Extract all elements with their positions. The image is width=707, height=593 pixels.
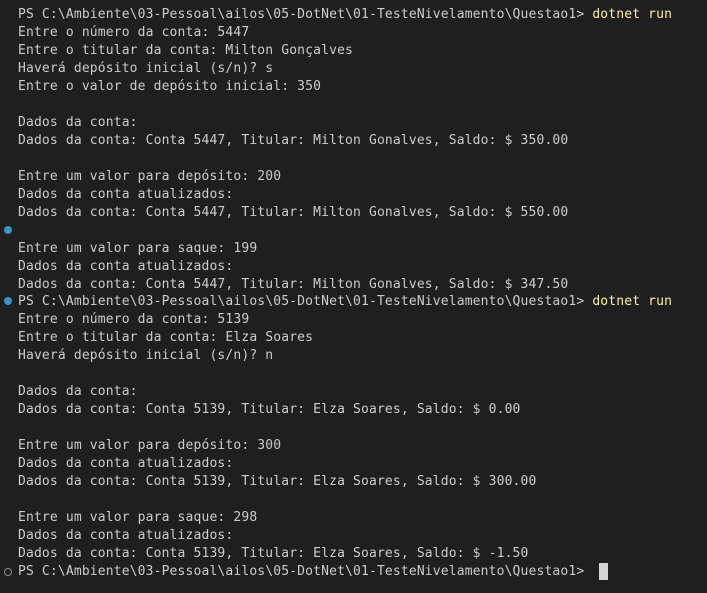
command-text: dotnet run <box>592 294 673 309</box>
output-line: Haverá depósito inicial (s/n)? s <box>18 61 274 76</box>
prompt-line[interactable]: PS C:\Ambiente\03-Pessoal\ailos\05-DotNe… <box>18 563 609 581</box>
terminal-panel[interactable]: PS C:\Ambiente\03-Pessoal\ailos\05-DotNe… <box>0 0 707 593</box>
prompt-path: PS C:\Ambiente\03-Pessoal\ailos\05-DotNe… <box>18 294 593 309</box>
output-line: Entre o número da conta: 5139 <box>18 312 250 327</box>
output-line: Haverá depósito inicial (s/n)? n <box>18 348 274 363</box>
output-line: Dados da conta: Conta 5139, Titular: Elz… <box>18 546 529 561</box>
prompt-path: PS C:\Ambiente\03-Pessoal\ailos\05-DotNe… <box>18 7 593 22</box>
command-decoration-icon[interactable] <box>4 568 12 576</box>
output-line: Entre um valor para saque: 199 <box>18 241 258 256</box>
prompt-line: PS C:\Ambiente\03-Pessoal\ailos\05-DotNe… <box>18 6 672 24</box>
output-line: Entre um valor para saque: 298 <box>18 510 258 525</box>
output-line: Dados da conta: <box>18 384 138 399</box>
output-line: Dados da conta atualizados: <box>18 456 234 471</box>
output-line: Dados da conta atualizados: <box>18 187 234 202</box>
output-line: Dados da conta atualizados: <box>18 259 234 274</box>
command-decoration-icon[interactable] <box>4 226 12 234</box>
output-line: Dados da conta: Conta 5447, Titular: Mil… <box>18 205 569 220</box>
output-line: Entre um valor para depósito: 300 <box>18 438 282 453</box>
output-line: Entre o número da conta: 5447 <box>18 25 250 40</box>
output-line: Entre o valor de depósito inicial: 350 <box>18 79 322 94</box>
prompt-line: PS C:\Ambiente\03-Pessoal\ailos\05-DotNe… <box>18 293 672 311</box>
output-line: Dados da conta atualizados: <box>18 528 234 543</box>
output-line: Dados da conta: Conta 5139, Titular: Elz… <box>18 402 521 417</box>
output-line: Entre o titular da conta: Milton Gonçalv… <box>18 43 354 58</box>
output-line: Dados da conta: Conta 5447, Titular: Mil… <box>18 277 569 292</box>
command-text: dotnet run <box>592 7 673 22</box>
command-decoration-icon[interactable] <box>4 297 12 305</box>
output-line: Dados da conta: Conta 5447, Titular: Mil… <box>18 133 569 148</box>
text-cursor <box>599 563 609 580</box>
output-line: Entre um valor para depósito: 200 <box>18 169 282 184</box>
prompt-path: PS C:\Ambiente\03-Pessoal\ailos\05-DotNe… <box>18 564 593 579</box>
output-line: Dados da conta: <box>18 115 138 130</box>
output-line: Entre o titular da conta: Elza Soares <box>18 330 314 345</box>
output-line: Dados da conta: Conta 5139, Titular: Elz… <box>18 474 537 489</box>
